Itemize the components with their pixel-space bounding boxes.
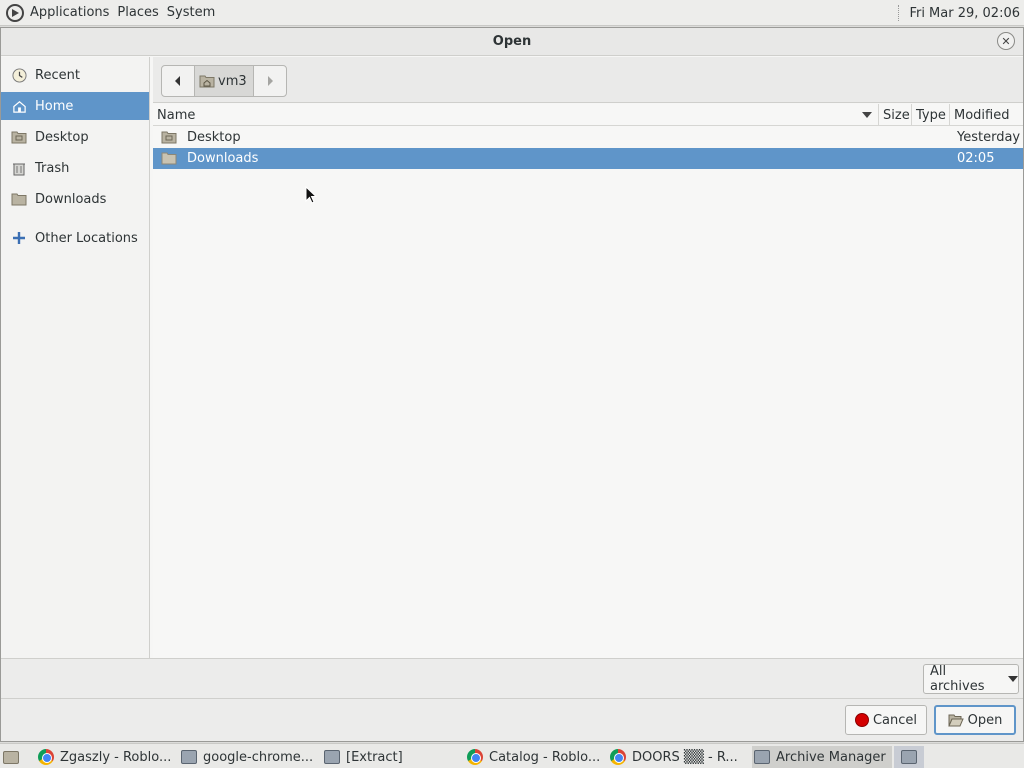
taskbar-item-zgaszly[interactable]: Zgaszly - Roblo... [38, 746, 174, 768]
chrome-icon [610, 749, 626, 765]
taskbar-item-extract[interactable]: [Extract] [324, 746, 460, 768]
open-dialog: Open ✕ Recent Home Desktop Trash Downloa… [0, 27, 1024, 742]
column-name[interactable]: Name [153, 104, 879, 126]
panel-grip [898, 5, 901, 21]
trash-icon [11, 160, 27, 176]
open-button[interactable]: Open [934, 705, 1016, 735]
home-icon [11, 98, 27, 114]
breadcrumb: vm3 [161, 65, 287, 97]
cancel-button-label: Cancel [872, 712, 918, 728]
taskbar-item-label: Zgaszly - Roblo... [60, 749, 172, 765]
action-bar: Cancel Open [1, 698, 1023, 741]
archive-icon [181, 750, 197, 764]
file-type-filter-select[interactable]: All archives [923, 664, 1019, 694]
dialog-title: Open [492, 34, 532, 49]
sidebar-item-desktop[interactable]: Desktop [1, 123, 149, 151]
file-modified: Yesterday [957, 130, 1021, 145]
cancel-button[interactable]: Cancel [845, 705, 927, 735]
places-sidebar: Recent Home Desktop Trash Downloads Othe… [1, 57, 150, 658]
close-icon[interactable]: ✕ [997, 32, 1015, 50]
column-type[interactable]: Type [912, 104, 950, 126]
taskbar-item-google-chrome[interactable]: google-chrome... [181, 746, 317, 768]
column-type-label: Type [916, 107, 946, 123]
show-desktop-icon [3, 750, 19, 764]
folder-icon [161, 152, 177, 165]
desktop-folder-icon [161, 131, 177, 144]
menu-system[interactable]: System [163, 5, 219, 20]
sidebar-item-label: Other Locations [35, 230, 138, 246]
sort-down-icon [862, 112, 872, 118]
mouse-cursor-icon [305, 186, 317, 204]
chevron-down-icon [1008, 676, 1018, 682]
stop-icon [854, 713, 869, 727]
clock[interactable]: Fri Mar 29, 02:06 [909, 6, 1020, 21]
taskbar-item-archive-manager[interactable]: Archive Manager [752, 746, 892, 768]
archive-icon [901, 750, 917, 764]
file-name: Downloads [187, 151, 259, 166]
taskbar-item-label: google-chrome... [203, 749, 314, 765]
filter-bar: All archives [1, 658, 1023, 698]
chrome-icon [38, 749, 54, 765]
chevron-right-icon [267, 76, 273, 86]
column-modified[interactable]: Modified [950, 104, 1023, 126]
column-header: Name Size Type Modified [153, 104, 1023, 126]
taskbar-item-label: [Extract] [346, 749, 403, 765]
menu-places[interactable]: Places [113, 5, 162, 20]
sidebar-item-trash[interactable]: Trash [1, 154, 149, 182]
path-crumb-home[interactable]: vm3 [194, 66, 254, 96]
path-bar: vm3 [153, 57, 1023, 103]
file-list: Name Size Type Modified Desktop Yesterda… [153, 104, 1023, 658]
sidebar-item-label: Trash [35, 160, 70, 176]
sidebar-item-label: Desktop [35, 129, 89, 145]
clock-icon [11, 67, 27, 83]
open-button-label: Open [967, 712, 1003, 728]
column-size[interactable]: Size [879, 104, 912, 126]
sidebar-item-label: Recent [35, 67, 80, 83]
plus-icon [11, 230, 27, 246]
chrome-icon [467, 749, 483, 765]
folder-icon [11, 191, 27, 207]
file-name: Desktop [187, 130, 241, 145]
menu-applications[interactable]: Applications [26, 5, 113, 20]
archive-icon [754, 750, 770, 764]
sidebar-item-label: Downloads [35, 191, 107, 207]
taskbar: Zgaszly - Roblo... google-chrome... [Ext… [0, 743, 1024, 768]
file-modified: 02:05 [957, 151, 995, 166]
column-name-label: Name [157, 107, 196, 123]
table-row-selected[interactable]: Downloads 02:05 [153, 148, 1023, 169]
desktop-folder-icon [11, 129, 27, 145]
taskbar-item-catalog[interactable]: Catalog - Roblo... [467, 746, 603, 768]
home-folder-icon [199, 75, 215, 88]
column-modified-label: Modified [954, 107, 1010, 123]
path-crumb-label: vm3 [218, 73, 247, 89]
taskbar-item-label: Catalog - Roblo... [489, 749, 601, 765]
archive-icon [324, 750, 340, 764]
column-size-label: Size [883, 107, 910, 123]
show-desktop-button[interactable] [3, 746, 23, 768]
sidebar-item-label: Home [35, 98, 74, 114]
sidebar-item-home[interactable]: Home [1, 92, 149, 120]
distro-logo-icon[interactable] [4, 2, 26, 24]
taskbar-item-doors[interactable]: DOORS ▒▒ - R... [610, 746, 746, 768]
sidebar-item-other-locations[interactable]: Other Locations [1, 224, 149, 252]
taskbar-item-label: Archive Manager [776, 749, 886, 765]
open-folder-icon [947, 714, 964, 727]
filter-selected-label: All archives [930, 664, 985, 694]
chevron-left-icon [175, 76, 180, 86]
sidebar-item-downloads[interactable]: Downloads [1, 185, 149, 213]
sidebar-item-recent[interactable]: Recent [1, 61, 149, 89]
top-panel: Applications Places System Fri Mar 29, 0… [0, 0, 1024, 26]
taskbar-tray-item[interactable] [894, 746, 924, 768]
taskbar-item-label: DOORS ▒▒ - R... [632, 749, 738, 765]
dialog-titlebar[interactable]: Open ✕ [1, 28, 1023, 56]
path-forward-button[interactable] [254, 66, 286, 96]
path-back-button[interactable] [162, 66, 194, 96]
table-row[interactable]: Desktop Yesterday [153, 127, 1023, 148]
